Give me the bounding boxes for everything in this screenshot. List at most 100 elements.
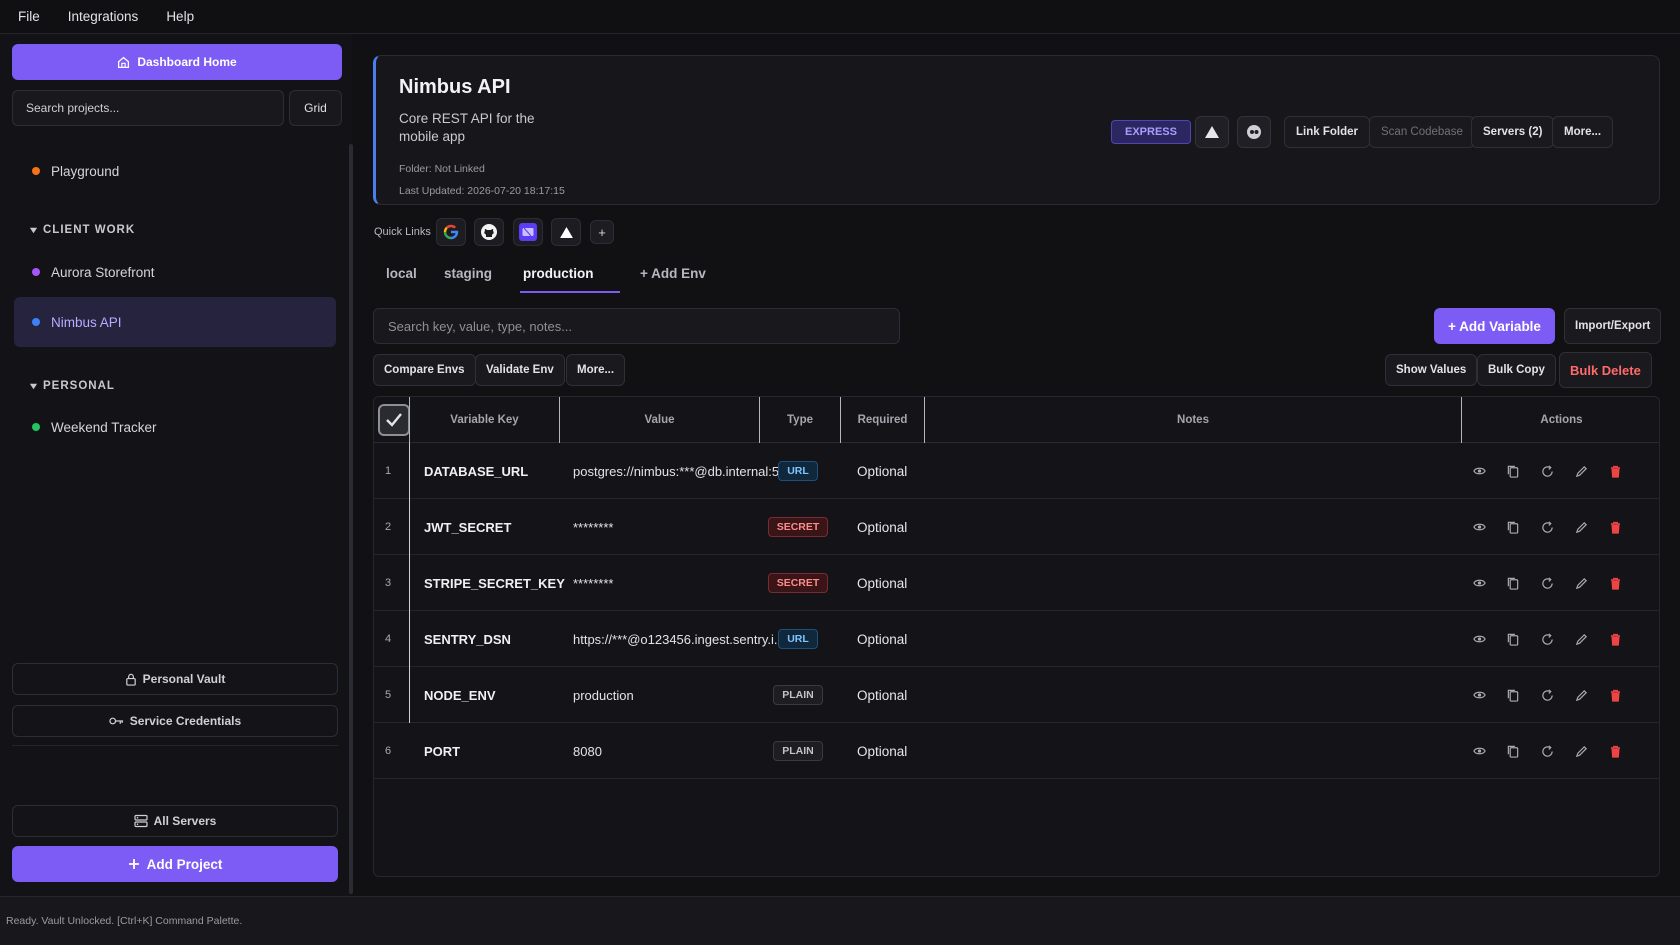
table-row[interactable]: 2 JWT_SECRET ******** SECRET Optional [374,499,1659,555]
edit-icon[interactable] [1571,517,1591,537]
show-values-button[interactable]: Show Values [1385,354,1478,386]
variable-key[interactable]: PORT [424,723,460,779]
variable-value[interactable]: ******** [573,499,753,555]
quick-link-vercel[interactable] [551,218,581,246]
edit-icon[interactable] [1571,461,1591,481]
variable-value[interactable]: production [573,667,753,723]
toolbar-more-button[interactable]: More... [566,354,626,386]
edit-icon[interactable] [1571,573,1591,593]
grid-view-button[interactable]: Grid [289,90,342,126]
table-row[interactable]: 1 DATABASE_URL postgres://nimbus:***@db.in… [374,443,1659,499]
sidebar-item-weekend-tracker[interactable]: Weekend Tracker [14,407,336,447]
history-icon[interactable] [1537,629,1557,649]
trash-icon[interactable] [1605,573,1625,593]
sidebar-scrollbar[interactable] [349,144,353,894]
menu-integrations[interactable]: Integrations [68,9,139,24]
variable-value[interactable]: postgres://nimbus:***@db.internal:543... [573,443,804,499]
tab-staging[interactable]: staging [444,258,492,288]
servers-button[interactable]: Servers (2) [1471,116,1555,148]
copy-icon[interactable] [1503,517,1523,537]
tab-local[interactable]: local [386,258,417,288]
variable-value[interactable]: https://***@o123456.ingest.sentry.i... [573,611,785,667]
copy-icon[interactable] [1503,685,1523,705]
table-row[interactable]: 4 SENTRY_DSN https://***@o123456.ingest.se… [374,611,1659,667]
tab-add-env[interactable]: + Add Env [640,258,706,288]
search-projects-input[interactable] [12,90,284,126]
header-variable-key[interactable]: Variable Key [410,397,559,443]
required-status[interactable]: Optional [857,499,907,555]
eye-icon[interactable] [1469,685,1489,705]
variable-key[interactable]: SENTRY_DSN [424,611,511,667]
header-notes[interactable]: Notes [925,397,1461,443]
header-type[interactable]: Type [760,397,840,443]
import-export-button[interactable]: Import/Export [1564,308,1662,344]
add-variable-button[interactable]: + Add Variable [1434,308,1555,344]
eye-icon[interactable] [1469,573,1489,593]
eye-icon[interactable] [1469,741,1489,761]
copy-icon[interactable] [1503,741,1523,761]
copy-icon[interactable] [1503,573,1523,593]
history-icon[interactable] [1537,685,1557,705]
eye-icon[interactable] [1469,629,1489,649]
validate-env-button[interactable]: Validate Env [475,354,565,386]
all-servers-button[interactable]: All Servers [12,805,338,837]
trash-icon[interactable] [1605,685,1625,705]
required-status[interactable]: Optional [857,667,907,723]
dashboard-home-button[interactable]: Dashboard Home [12,44,342,80]
required-status[interactable]: Optional [857,611,907,667]
trash-icon[interactable] [1605,461,1625,481]
trash-icon[interactable] [1605,517,1625,537]
add-project-button[interactable]: Add Project [12,846,338,882]
variable-key[interactable]: NODE_ENV [424,667,496,723]
edit-icon[interactable] [1571,629,1591,649]
add-quick-link-button[interactable]: + [590,220,614,244]
edit-icon[interactable] [1571,741,1591,761]
service-credentials-button[interactable]: Service Credentials [12,705,338,737]
variable-key[interactable]: STRIPE_SECRET_KEY [424,555,565,611]
quick-link-docs[interactable] [513,218,543,246]
sidebar-item-aurora-storefront[interactable]: Aurora Storefront [14,252,336,292]
required-status[interactable]: Optional [857,723,907,779]
history-icon[interactable] [1537,461,1557,481]
table-row[interactable]: 6 PORT 8080 PLAIN Optional [374,723,1659,779]
eye-icon[interactable] [1469,517,1489,537]
copy-icon[interactable] [1503,461,1523,481]
menu-file[interactable]: File [18,9,40,24]
project-more-button[interactable]: More... [1552,116,1614,148]
render-deploy-button[interactable] [1237,116,1271,148]
required-status[interactable]: Optional [857,555,907,611]
variable-value[interactable]: ******** [573,555,753,611]
variable-value[interactable]: 8080 [573,723,753,779]
bulk-delete-button[interactable]: Bulk Delete [1559,352,1652,388]
compare-envs-button[interactable]: Compare Envs [373,354,476,386]
history-icon[interactable] [1537,573,1557,593]
bulk-copy-button[interactable]: Bulk Copy [1477,354,1556,386]
table-row[interactable]: 3 STRIPE_SECRET_KEY ******** SECRET Optional [374,555,1659,611]
history-icon[interactable] [1537,517,1557,537]
table-row[interactable]: 5 NODE_ENV production PLAIN Optional [374,667,1659,723]
eye-icon[interactable] [1469,461,1489,481]
link-folder-button[interactable]: Link Folder [1284,116,1370,148]
trash-icon[interactable] [1605,741,1625,761]
group-client-work[interactable]: CLIENT WORK [29,224,135,236]
header-required[interactable]: Required [841,397,924,443]
quick-link-github[interactable] [474,218,504,246]
header-value[interactable]: Value [560,397,759,443]
edit-icon[interactable] [1571,685,1591,705]
required-status[interactable]: Optional [857,443,907,499]
quick-link-google[interactable] [436,218,466,246]
variable-key[interactable]: JWT_SECRET [424,499,511,555]
vercel-deploy-button[interactable] [1195,116,1229,148]
copy-icon[interactable] [1503,629,1523,649]
select-all-checkbox[interactable] [378,404,410,436]
group-personal[interactable]: PERSONAL [29,380,115,392]
trash-icon[interactable] [1605,629,1625,649]
variable-key[interactable]: DATABASE_URL [424,443,528,499]
scan-codebase-button[interactable]: Scan Codebase [1369,116,1475,148]
sidebar-item-playground[interactable]: Playground [14,151,336,191]
variable-search-input[interactable] [373,308,900,344]
personal-vault-button[interactable]: Personal Vault [12,663,338,695]
menu-help[interactable]: Help [166,9,194,24]
history-icon[interactable] [1537,741,1557,761]
tab-production[interactable]: production [523,258,594,288]
